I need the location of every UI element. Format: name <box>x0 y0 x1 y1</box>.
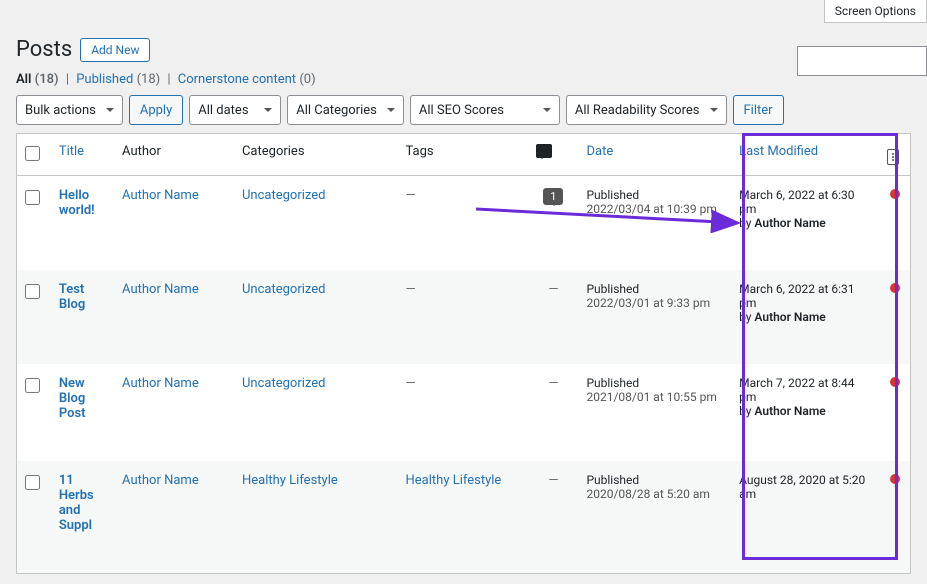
comment-icon <box>536 144 552 158</box>
tags-empty: — <box>406 188 416 203</box>
col-categories: Categories <box>234 134 398 176</box>
filter-button[interactable]: Filter <box>733 95 784 125</box>
author-link[interactable]: Author Name <box>122 188 199 203</box>
author-link[interactable]: Author Name <box>122 473 199 488</box>
post-date: 2022/03/01 at 9:33 pm <box>586 296 710 310</box>
table-row: Test Blog Author Name Uncategorized — — … <box>17 270 911 364</box>
modified-date: March 6, 2022 at 6:31 pm <box>739 282 854 310</box>
seo-filter-select[interactable]: All SEO Scores <box>410 95 560 125</box>
post-status: Published <box>586 376 639 390</box>
author-link[interactable]: Author Name <box>122 282 199 297</box>
row-checkbox[interactable] <box>25 190 40 205</box>
row-checkbox[interactable] <box>25 378 40 393</box>
post-status: Published <box>586 473 639 487</box>
tags-empty: — <box>406 282 416 297</box>
status-filters: All (18) | Published (18) | Cornerstone … <box>16 72 911 87</box>
filter-all[interactable]: All (18) <box>16 72 59 87</box>
category-link[interactable]: Uncategorized <box>242 376 325 391</box>
category-link[interactable]: Healthy Lifestyle <box>242 473 338 488</box>
apply-button[interactable]: Apply <box>129 95 183 125</box>
col-author: Author <box>114 134 234 176</box>
modified-by: by Author Name <box>739 216 826 230</box>
category-link[interactable]: Uncategorized <box>242 188 325 203</box>
add-new-button[interactable]: Add New <box>80 38 150 62</box>
post-date: 2021/08/01 at 10:55 pm <box>586 390 716 404</box>
seo-dot-icon <box>890 189 900 199</box>
post-status: Published <box>586 282 639 296</box>
filter-cornerstone[interactable]: Cornerstone content (0) <box>178 72 316 87</box>
tags-empty: — <box>406 376 416 391</box>
table-row: Hello world! Author Name Uncategorized —… <box>17 176 911 271</box>
modified-date: March 6, 2022 at 6:30 pm <box>739 188 854 216</box>
post-title-link[interactable]: New Blog Post <box>59 376 86 421</box>
row-checkbox[interactable] <box>25 284 40 299</box>
modified-date: August 28, 2020 at 5:20 am <box>739 473 865 501</box>
dates-filter-select[interactable]: All dates <box>189 95 281 125</box>
comments-empty: — <box>548 473 558 488</box>
author-link[interactable]: Author Name <box>122 376 199 391</box>
post-title-link[interactable]: Hello world! <box>59 188 95 218</box>
table-row: New Blog Post Author Name Uncategorized … <box>17 364 911 461</box>
seo-dot-icon <box>890 377 900 387</box>
column-options-icon <box>887 149 899 165</box>
seo-dot-icon <box>890 283 900 293</box>
post-title-link[interactable]: 11 Herbs and Suppl <box>59 473 94 533</box>
posts-table: Title Author Categories Tags Date Last M… <box>16 133 911 574</box>
select-all-checkbox[interactable] <box>25 146 40 161</box>
filter-published[interactable]: Published (18) <box>76 72 160 87</box>
comment-count-badge[interactable]: 1 <box>543 188 563 205</box>
search-input[interactable] <box>797 46 927 76</box>
col-title[interactable]: Title <box>51 134 114 176</box>
post-title-link[interactable]: Test Blog <box>59 282 85 312</box>
modified-date: March 7, 2022 at 8:44 pm <box>739 376 854 404</box>
screen-options-button[interactable]: Screen Options <box>824 0 927 23</box>
col-last-modified[interactable]: Last Modified <box>731 134 879 176</box>
col-tags: Tags <box>398 134 529 176</box>
comments-empty: — <box>548 282 558 297</box>
col-seo-indicator[interactable] <box>879 134 910 176</box>
table-row: 11 Herbs and Suppl Author Name Healthy L… <box>17 461 911 574</box>
modified-by: by Author Name <box>739 310 826 324</box>
page-title: Posts <box>16 37 72 62</box>
tag-link[interactable]: Healthy Lifestyle <box>406 473 502 488</box>
seo-dot-icon <box>890 474 900 484</box>
categories-filter-select[interactable]: All Categories <box>287 95 404 125</box>
post-date: 2022/03/04 at 10:39 pm <box>586 202 716 216</box>
bulk-actions-select[interactable]: Bulk actions <box>16 95 123 125</box>
post-status: Published <box>586 188 639 202</box>
col-comments[interactable] <box>528 134 578 176</box>
comments-empty: — <box>548 376 558 391</box>
readability-filter-select[interactable]: All Readability Scores <box>566 95 727 125</box>
category-link[interactable]: Uncategorized <box>242 282 325 297</box>
row-checkbox[interactable] <box>25 475 40 490</box>
col-date[interactable]: Date <box>578 134 731 176</box>
modified-by: by Author Name <box>739 404 826 418</box>
post-date: 2020/08/28 at 5:20 am <box>586 487 709 501</box>
